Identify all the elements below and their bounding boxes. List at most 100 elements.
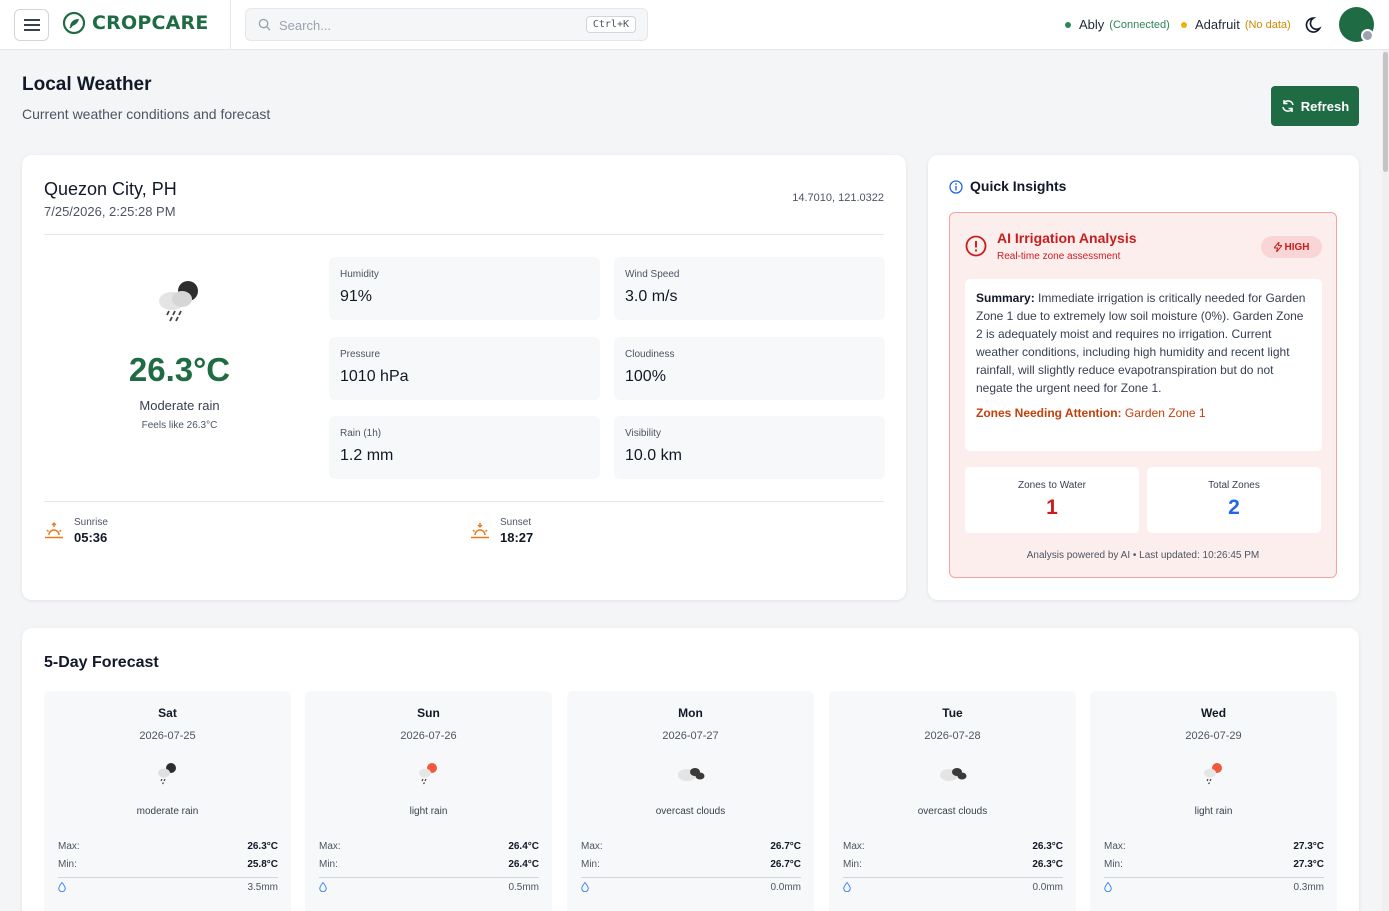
scrollbar-track[interactable] (1382, 50, 1389, 911)
divider (319, 877, 539, 878)
sunset-label: Sunset (500, 517, 532, 528)
forecast-min: 26.3°C (1032, 859, 1063, 870)
summary-text: Immediate irrigation is critically neede… (976, 291, 1306, 395)
moderate-rain-icon (158, 763, 176, 785)
status-dot-icon (1065, 21, 1071, 28)
forecast-rain: 0.3mm (1293, 882, 1324, 893)
stat-value: 100% (625, 368, 666, 385)
coordinates: 14.7010, 121.0322 (792, 192, 884, 204)
avatar-status-badge (1361, 29, 1374, 42)
total-zones-value: 2 (1228, 496, 1240, 519)
raindrop-icon (1104, 881, 1112, 893)
ai-analysis-subtitle: Real-time zone assessment (997, 251, 1121, 262)
overcast-clouds-icon (678, 768, 705, 781)
forecast-rain-row: 0.0mm (581, 881, 801, 895)
raindrop-icon (58, 881, 66, 893)
stat-label: Rain (1h) (340, 428, 382, 439)
analysis-footer: Analysis powered by AI • Last updated: 1… (1026, 550, 1260, 561)
forecast-date: 2026-07-25 (139, 730, 196, 742)
forecast-rain: 0.5mm (508, 882, 539, 893)
top-bar: CROPCARE Search... Ctrl+K Ably (Connecte… (0, 0, 1389, 50)
forecast-day-card: Sun 2026-07-26 light rain Max: 26.4°C Min: 26.… (305, 691, 552, 911)
forecast-max: 26.4°C (508, 841, 539, 852)
stat-label: Humidity (340, 269, 379, 280)
brand-name: CROPCARE (92, 12, 209, 34)
stat-visibility: Visibility 10.0 km (614, 416, 885, 479)
stat-value: 3.0 m/s (625, 288, 678, 305)
quick-insights-card: Quick Insights AI Irrigation Analysis Re… (928, 155, 1359, 600)
forecast-title: 5-Day Forecast (44, 654, 159, 671)
forecast-max: 27.3°C (1293, 841, 1324, 852)
summary-label: Summary: (976, 291, 1035, 305)
stat-label: Cloudiness (625, 349, 675, 360)
forecast-min-row: Min: 26.3°C (843, 859, 1063, 870)
forecast-rain-row: 0.0mm (843, 881, 1063, 895)
max-label: Max: (319, 841, 341, 852)
forecast-day-name: Sun (417, 706, 440, 720)
insights-title: Quick Insights (970, 178, 1067, 194)
ably-name: Ably (1079, 17, 1105, 32)
sunrise-icon (45, 522, 63, 539)
forecast-day-card: Tue 2026-07-28 overcast clouds Max: 26.3°C Mi… (829, 691, 1076, 911)
min-label: Min: (843, 859, 862, 870)
stat-value: 10.0 km (625, 447, 682, 464)
weather-description: Moderate rain (139, 398, 220, 413)
attention-value: Garden Zone 1 (1124, 406, 1206, 420)
forecast-min-row: Min: 26.4°C (319, 859, 539, 870)
forecast-min-row: Min: 25.8°C (58, 859, 278, 870)
refresh-icon (1282, 100, 1294, 112)
forecast-rain-row: 3.5mm (58, 881, 278, 895)
forecast-day-name: Tue (942, 706, 963, 720)
moon-icon[interactable] (1305, 15, 1325, 35)
forecast-max: 26.7°C (770, 841, 801, 852)
divider (581, 877, 801, 878)
stat-label: Wind Speed (625, 269, 680, 280)
stat-value: 1010 hPa (340, 368, 409, 385)
raindrop-icon (581, 881, 589, 893)
feels-like: Feels like 26.3°C (141, 420, 218, 431)
light-rain-icon (419, 763, 437, 785)
scrollbar-thumb[interactable] (1383, 52, 1388, 172)
forecast-rain: 0.0mm (770, 882, 801, 893)
adafruit-name: Adafruit (1195, 17, 1240, 32)
stat-label: Visibility (625, 428, 661, 439)
forecast-description: light rain (409, 806, 448, 817)
stat-value: 91% (340, 288, 373, 305)
priority-badge: HIGH (1261, 236, 1322, 258)
stat-pressure: Pressure 1010 hPa (329, 337, 600, 400)
total-zones-label: Total Zones (1208, 480, 1260, 491)
forecast-date: 2026-07-29 (1185, 730, 1242, 742)
forecast-rain-row: 0.5mm (319, 881, 539, 895)
sunrise-time: 05:36 (74, 530, 108, 545)
light-rain-icon (1204, 763, 1222, 785)
menu-button[interactable] (14, 9, 49, 41)
forecast-day-card: Sat 2026-07-25 moderate rain Max: 26.3°C Min:… (44, 691, 291, 911)
divider (58, 877, 278, 878)
status-dot-icon (1181, 21, 1187, 28)
ably-state: (Connected) (1109, 18, 1170, 31)
sunrise-label: Sunrise (74, 517, 108, 528)
lightning-icon (1273, 242, 1282, 252)
forecast-min: 26.4°C (508, 859, 539, 870)
raindrop-icon (319, 881, 327, 893)
leaf-logo-icon (62, 11, 86, 35)
forecast-description: moderate rain (136, 806, 199, 817)
forecast-max: 26.3°C (247, 841, 278, 852)
brand-logo[interactable]: CROPCARE (62, 11, 209, 35)
stat-value: 1.2 mm (340, 447, 394, 464)
divider (44, 234, 884, 235)
refresh-button[interactable]: Refresh (1271, 86, 1359, 126)
forecast-date: 2026-07-28 (924, 730, 981, 742)
forecast-min-row: Min: 26.7°C (581, 859, 801, 870)
analysis-summary: Summary: Immediate irrigation is critica… (965, 279, 1322, 451)
stat-cloudiness: Cloudiness 100% (614, 337, 885, 400)
search-input[interactable]: Search... Ctrl+K (245, 8, 648, 41)
search-shortcut: Ctrl+K (585, 16, 636, 33)
search-placeholder: Search... (279, 18, 332, 33)
forecast-max-row: Max: 26.4°C (319, 841, 539, 852)
max-label: Max: (581, 841, 603, 852)
forecast-description: light rain (1194, 806, 1233, 817)
current-weather-card: Quezon City, PH 7/25/2026, 2:25:28 PM 14… (22, 155, 906, 600)
ai-analysis-title: AI Irrigation Analysis (997, 230, 1137, 246)
max-label: Max: (58, 841, 80, 852)
